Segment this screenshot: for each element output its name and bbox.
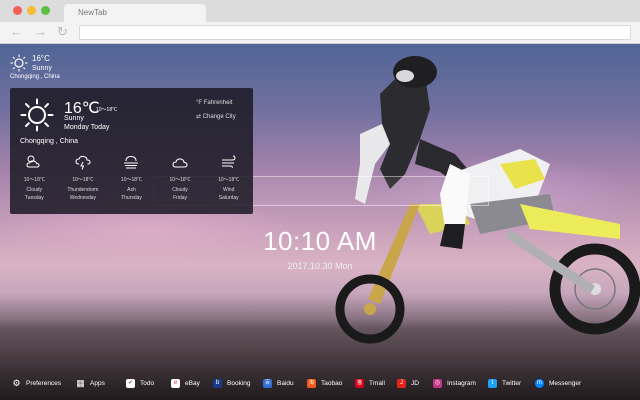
mini-condition: Sunny: [32, 65, 52, 72]
temperature-range: 10～18℃: [96, 107, 118, 113]
booking-icon: b: [213, 379, 222, 388]
baidu-link[interactable]: 百 Baidu: [263, 378, 294, 389]
ebay-link[interactable]: e eBay: [171, 378, 200, 389]
mini-temperature: 16°C: [32, 54, 50, 63]
forecast-day: 10～18℃ Cloudy Tuesday: [11, 154, 57, 208]
fahrenheit-toggle[interactable]: °F Fahrenheit: [196, 100, 232, 106]
forecast-day: 10～18℃ Ash Thursday: [108, 154, 154, 208]
thunderstorm-icon: [75, 155, 91, 170]
baidu-icon: 百: [263, 379, 272, 388]
current-condition: Sunny: [64, 115, 84, 122]
grid-icon: ▦: [76, 378, 85, 388]
close-window-button[interactable]: [13, 6, 22, 15]
fahrenheit-label: Fahrenheit: [203, 100, 233, 106]
weather-panel: 16℃ 10～18℃ Sunny Monday Today Chongqing …: [10, 88, 253, 214]
taobao-icon: 淘: [307, 379, 316, 388]
clock-time: 10:10 AM: [263, 226, 377, 256]
back-arrow-icon[interactable]: ←: [10, 25, 23, 39]
current-location: Chongqing , China: [20, 138, 78, 145]
address-bar[interactable]: [79, 25, 631, 40]
messenger-link[interactable]: m Messenger: [535, 378, 581, 389]
browser-toolbar: ← → ↻: [0, 22, 640, 44]
current-day: Monday Today: [64, 124, 110, 131]
jd-link[interactable]: J JD: [397, 378, 419, 389]
taobao-link[interactable]: 淘 Taobao: [307, 378, 342, 389]
instagram-link[interactable]: ◎ Instagram: [433, 378, 476, 389]
browser-tab[interactable]: NewTab: [64, 4, 206, 22]
swap-icon: ⇄: [196, 114, 202, 120]
tmall-icon: 猫: [355, 379, 364, 388]
jd-icon: J: [397, 379, 406, 388]
weather-widget-mini[interactable]: 16°C Sunny Chongqing , China: [10, 52, 80, 86]
browser-titlebar: NewTab: [0, 0, 640, 22]
forward-arrow-icon[interactable]: →: [34, 25, 47, 39]
sun-icon: [20, 98, 54, 132]
fahrenheit-icon: °F: [196, 100, 203, 106]
forecast-day: 10～18℃ Cloudy Friday: [157, 154, 203, 208]
tmall-link[interactable]: 猫 Tmall: [355, 378, 385, 389]
checkbox-icon: ✓: [126, 379, 135, 388]
instagram-icon: ◎: [433, 379, 442, 388]
messenger-icon: m: [535, 379, 544, 388]
twitter-icon: t: [488, 379, 497, 388]
ebay-icon: e: [171, 379, 180, 388]
clock-date: 2017.10.30 Mon: [287, 261, 353, 271]
cloud-icon: [172, 158, 188, 168]
apps-button[interactable]: ▦ Apps: [76, 378, 105, 389]
minimize-window-button[interactable]: [27, 6, 36, 15]
reload-icon[interactable]: ↻: [57, 25, 68, 39]
change-city-label: Change City: [202, 114, 236, 120]
sun-icon: [10, 54, 28, 72]
forecast-list: 10～18℃ Cloudy Tuesday 10～18℃ Thunderstor…: [10, 154, 253, 208]
gear-icon: ⚙: [12, 378, 21, 388]
forecast-day: 10～18℃ Wind Saturday: [206, 154, 252, 208]
forecast-day: 10～18℃ Thunderstorm Wednesday: [60, 154, 106, 208]
ash-icon: [124, 155, 139, 169]
preferences-button[interactable]: ⚙ Preferences: [12, 378, 61, 389]
twitter-link[interactable]: t Twitter: [488, 378, 521, 389]
mini-location: Chongqing , China: [10, 74, 60, 80]
cloudy-sun-icon: [26, 155, 40, 168]
wind-icon: [221, 155, 236, 168]
tab-title: NewTab: [78, 8, 107, 17]
todo-link[interactable]: ✓ Todo: [126, 378, 154, 389]
change-city-button[interactable]: ⇄ Change City: [196, 113, 236, 120]
maximize-window-button[interactable]: [41, 6, 50, 15]
bottom-shortcut-bar: ⚙ Preferences ▦ Apps ✓ Todo e eBay b Boo…: [0, 374, 640, 392]
booking-link[interactable]: b Booking: [213, 378, 251, 389]
